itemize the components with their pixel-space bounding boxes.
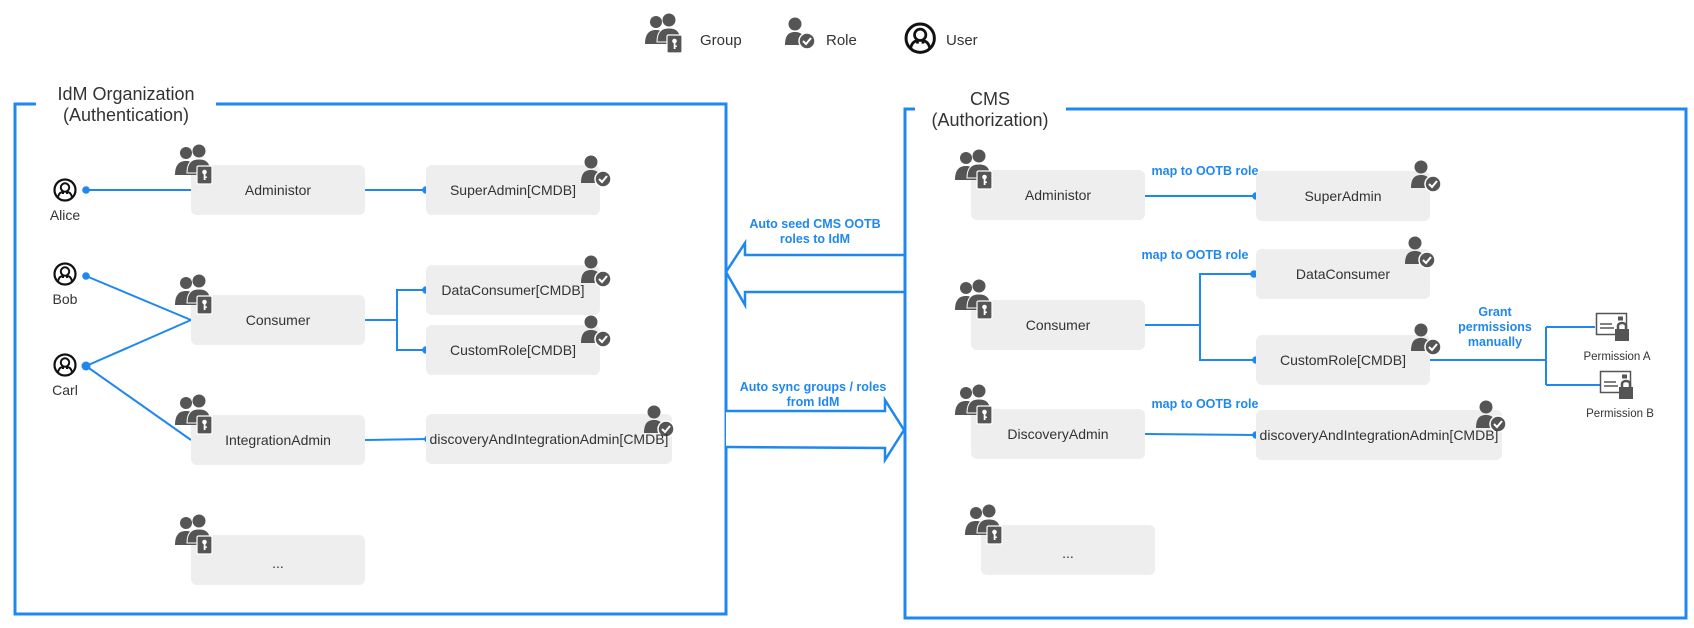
cms-roles: SuperAdmin DataConsumer CustomRole[CMDB]…: [1256, 159, 1507, 461]
legend-user: User: [904, 22, 978, 54]
sync-label-line2: from IdM: [787, 395, 840, 409]
user-icon: [53, 178, 77, 202]
user-label: Carl: [52, 382, 78, 398]
seed-label-line1: Auto seed CMS OOTB: [749, 217, 880, 231]
user-icon: [904, 22, 936, 54]
right-arrow-shape: [725, 395, 906, 465]
diagram-canvas: Group Role User IdM Organization (Authen…: [13, 12, 1688, 620]
idm-organization-container: IdM Organization (Authentication): [13, 84, 728, 616]
cms-role-customrole[interactable]: CustomRole[CMDB]: [1256, 322, 1442, 386]
seed-arrow: Auto seed CMS OOTB roles to IdM: [724, 217, 904, 310]
grant-label-line1: Grant: [1478, 305, 1512, 319]
permission-label: Permission A: [1583, 351, 1650, 363]
user-label: Bob: [53, 291, 78, 307]
user-bob[interactable]: Bob: [53, 262, 78, 308]
legend-group-label: Group: [700, 32, 742, 49]
idm-users: Alice Bob Carl: [50, 178, 81, 399]
connector-dot: [81, 361, 91, 371]
idm-role-customrole[interactable]: CustomRole[CMDB]: [426, 314, 612, 376]
role-label: discoveryAndIntegrationAdmin[CMDB]: [430, 431, 669, 447]
cms-role-dataconsumer[interactable]: DataConsumer: [1256, 235, 1436, 300]
group-icon: [644, 12, 683, 54]
legend: Group Role User: [644, 12, 978, 54]
group-label: IntegrationAdmin: [225, 432, 331, 448]
legend-role: Role: [784, 16, 857, 50]
user-carl[interactable]: Carl: [52, 353, 78, 399]
connector-carl-consumer: [85, 319, 192, 367]
user-icon: [53, 353, 77, 377]
cms-groups: Administor Consumer DiscoveryAdmin ...: [954, 148, 1155, 576]
cms-title-line1: CMS: [970, 89, 1010, 109]
grant-label-line2: permissions: [1458, 320, 1532, 334]
idm-title-line2: (Authentication): [63, 105, 189, 125]
group-label: Consumer: [1026, 317, 1091, 333]
connector-consumer-customrole: [396, 320, 426, 351]
group-label: ...: [272, 555, 284, 571]
connector-bob-consumer: [85, 275, 192, 321]
group-label: Administor: [1025, 187, 1091, 203]
group-label: Consumer: [246, 312, 311, 328]
role-label: CustomRole[CMDB]: [1280, 352, 1406, 368]
idm-title-line1: IdM Organization: [57, 84, 194, 104]
role-label: CustomRole[CMDB]: [450, 342, 576, 358]
idm-group-administor[interactable]: Administor: [174, 143, 365, 216]
group-label: ...: [1062, 545, 1074, 561]
cms-group-more[interactable]: ...: [964, 503, 1155, 576]
cms-role-superadmin[interactable]: SuperAdmin: [1256, 159, 1442, 222]
role-label: DataConsumer[CMDB]: [441, 282, 584, 298]
group-label: Administor: [245, 182, 311, 198]
map-label: map to OOTB role: [1152, 397, 1259, 411]
connector-integrationadmin-discovery: [364, 438, 429, 441]
connector-dot: [82, 186, 90, 194]
connector-consumer-dataconsumer: [1145, 273, 1254, 326]
role-label: DataConsumer: [1296, 266, 1390, 282]
cms-group-discoveryadmin[interactable]: DiscoveryAdmin: [954, 383, 1145, 460]
map-label: map to OOTB role: [1152, 164, 1259, 178]
role-icon: [784, 16, 816, 50]
idm-group-consumer[interactable]: Consumer: [174, 273, 365, 346]
role-label: discoveryAndIntegrationAdmin[CMDB]: [1260, 427, 1499, 443]
seed-label-line2: roles to IdM: [780, 232, 850, 246]
cms-permissions: Permission A Permission B: [1583, 312, 1654, 421]
idm-roles: SuperAdmin[CMDB] DataConsumer[CMDB] Cust…: [426, 154, 675, 465]
cms-group-administor[interactable]: Administor: [954, 148, 1145, 221]
user-icon: [53, 262, 77, 286]
cms-role-discoveryandintegrationadmin[interactable]: discoveryAndIntegrationAdmin[CMDB]: [1256, 399, 1507, 461]
user-label: Alice: [50, 207, 81, 223]
map-label: map to OOTB role: [1142, 248, 1249, 262]
connector-consumer-dataconsumer: [365, 289, 426, 321]
permission-icon: [1595, 312, 1631, 343]
permission-icon: [1599, 370, 1635, 401]
idm-border: [13, 102, 728, 616]
idm-group-integrationadmin[interactable]: IntegrationAdmin: [174, 393, 365, 466]
sync-label-line1: Auto sync groups / roles: [740, 380, 887, 394]
connector-consumer-customrole: [1199, 325, 1256, 361]
connector-discoveryadmin-discovery: [1144, 433, 1257, 436]
idm-role-dataconsumer[interactable]: DataConsumer[CMDB]: [426, 254, 612, 316]
permission-label: Permission B: [1586, 408, 1654, 420]
group-label: DiscoveryAdmin: [1007, 426, 1108, 442]
idm-groups: Administor Consumer IntegrationAdmin ...: [174, 143, 365, 586]
permission-a[interactable]: Permission A: [1583, 312, 1651, 364]
connector-carl-integrationadmin: [85, 365, 192, 441]
cms-group-consumer[interactable]: Consumer: [954, 278, 1145, 351]
legend-role-label: Role: [826, 32, 857, 49]
legend-user-label: User: [946, 32, 978, 49]
sync-arrow: Auto sync groups / roles from IdM: [725, 380, 906, 465]
cms-title-line2: (Authorization): [931, 110, 1048, 130]
left-arrow-shape: [724, 238, 904, 310]
user-alice[interactable]: Alice: [50, 178, 81, 224]
grant-label-line3: manually: [1468, 335, 1522, 349]
idm-role-superadmin[interactable]: SuperAdmin[CMDB]: [426, 154, 612, 216]
permission-b[interactable]: Permission B: [1586, 370, 1654, 421]
role-label: SuperAdmin: [1304, 188, 1381, 204]
legend-group: Group: [644, 12, 742, 54]
connector-dot: [82, 272, 90, 280]
role-label: SuperAdmin[CMDB]: [450, 182, 576, 198]
idm-group-more[interactable]: ...: [174, 513, 365, 586]
idm-role-discoveryandintegrationadmin[interactable]: discoveryAndIntegrationAdmin[CMDB]: [426, 404, 675, 465]
